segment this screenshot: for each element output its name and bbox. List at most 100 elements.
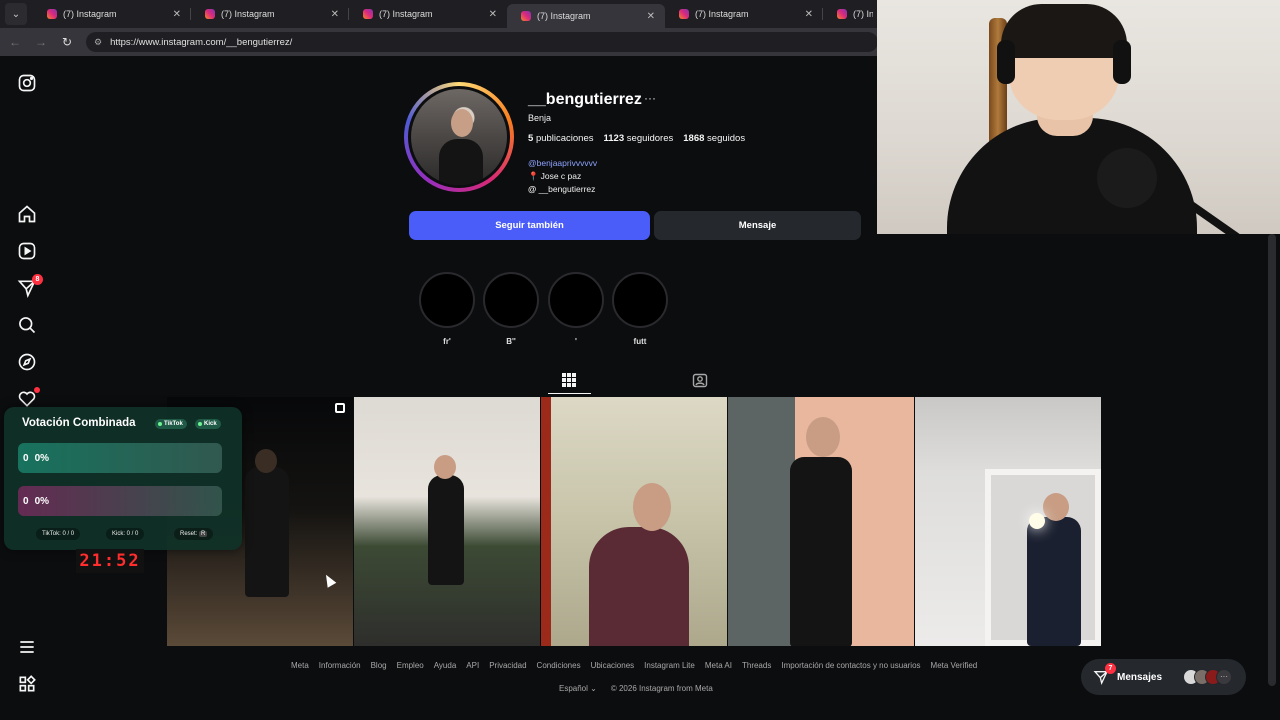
bio-mention-link[interactable]: @benjaaprivvvvvv xyxy=(528,158,597,168)
following-stat[interactable]: 1868 seguidos xyxy=(683,133,745,144)
highlight-label: fr' xyxy=(443,337,451,346)
footer-bottom: Español ⌄ © 2026 Instagram from Meta xyxy=(559,684,713,693)
footer-link[interactable]: API xyxy=(466,661,479,670)
messages-label: Mensajes xyxy=(1117,671,1163,683)
home-icon[interactable] xyxy=(17,204,37,224)
direct-badge: 8 xyxy=(32,274,43,285)
kick-stats: Kick: 0 / 0 xyxy=(106,528,145,540)
search-icon[interactable] xyxy=(17,315,37,335)
footer-link[interactable]: Meta xyxy=(291,661,309,670)
footer-link[interactable]: Threads xyxy=(742,661,771,670)
instagram-favicon-icon xyxy=(47,9,57,19)
footer-link[interactable]: Meta Verified xyxy=(931,661,978,670)
tab-close-icon[interactable]: ✕ xyxy=(647,11,655,22)
active-tab-indicator xyxy=(548,393,591,394)
tab-close-icon[interactable]: ✕ xyxy=(331,9,339,20)
tagged-tab-icon[interactable] xyxy=(692,372,708,388)
followers-stat[interactable]: 1123 seguidores xyxy=(604,133,674,144)
page-scrollbar[interactable] xyxy=(1268,234,1276,686)
more-avatars-icon: ··· xyxy=(1216,669,1232,685)
notification-dot xyxy=(34,387,40,393)
footer-link[interactable]: Información xyxy=(319,661,361,670)
footer-link[interactable]: Meta AI xyxy=(705,661,732,670)
vote-bar-option-2: 0 0% xyxy=(18,486,222,516)
language-select[interactable]: Español ⌄ xyxy=(559,684,597,693)
post-thumbnail[interactable] xyxy=(915,397,1101,646)
follow-back-button[interactable]: Seguir también xyxy=(409,211,650,240)
vote-title: Votación Combinada xyxy=(22,417,136,429)
tab-close-icon[interactable]: ✕ xyxy=(173,9,181,20)
tab-title: (7) Instagram xyxy=(853,9,873,19)
tab-search-dropdown[interactable]: ⌄ xyxy=(5,3,27,25)
address-bar[interactable]: ⚙ https://www.instagram.com/__bengutierr… xyxy=(86,32,878,52)
story-highlight[interactable]: futt xyxy=(612,272,668,347)
browser-tab[interactable]: (7) Instagram ✕ xyxy=(665,2,823,26)
reload-icon[interactable]: ↻ xyxy=(56,35,78,49)
post-thumbnail[interactable] xyxy=(541,397,727,646)
explore-icon[interactable] xyxy=(17,352,37,372)
story-highlight[interactable]: ' xyxy=(548,272,604,347)
sidebar: 8 xyxy=(0,58,54,720)
reels-icon[interactable] xyxy=(17,241,37,261)
forward-arrow-icon[interactable]: → xyxy=(30,35,52,49)
copyright: © 2026 Instagram from Meta xyxy=(610,684,713,693)
tab-title: (7) Instagram xyxy=(63,9,117,19)
highlight-cover xyxy=(548,272,604,328)
threads-link[interactable]: @ __bengutierrez xyxy=(528,184,595,194)
tab-title: (7) Instagram xyxy=(695,9,749,19)
instagram-logo-icon[interactable] xyxy=(17,73,37,93)
more-options-icon[interactable]: ··· xyxy=(644,91,656,105)
post-thumbnail[interactable] xyxy=(354,397,540,646)
highlight-label: ' xyxy=(575,337,577,346)
highlight-label: B'' xyxy=(506,337,516,346)
message-button[interactable]: Mensaje xyxy=(654,211,861,240)
tab-close-icon[interactable]: ✕ xyxy=(489,9,497,20)
tab-title: (7) Instagram xyxy=(221,9,275,19)
browser-tab[interactable]: (7) Instagram xyxy=(823,2,883,26)
browser-toolbar: ← → ↻ ⚙ https://www.instagram.com/__beng… xyxy=(0,28,880,56)
direct-icon[interactable]: 8 xyxy=(17,274,43,298)
instagram-favicon-icon xyxy=(205,9,215,19)
browser-tab[interactable]: (7) Instagram ✕ xyxy=(349,2,507,26)
heart-icon[interactable] xyxy=(17,387,40,409)
posts-grid-tab-icon[interactable] xyxy=(561,372,577,388)
apps-icon[interactable] xyxy=(17,674,37,694)
tab-close-icon[interactable]: ✕ xyxy=(805,9,813,20)
vote-overlay: Votación Combinada TikTok Kick 0 0% 0 0% T… xyxy=(4,407,242,550)
carousel-icon xyxy=(335,403,345,413)
footer-link[interactable]: Condiciones xyxy=(537,661,581,670)
footer-link[interactable]: Ayuda xyxy=(434,661,457,670)
messages-avatars: ··· xyxy=(1183,669,1232,685)
footer-link[interactable]: Importación de contactos y no usuarios xyxy=(781,661,920,670)
direct-icon: 7 xyxy=(1093,663,1116,685)
reset-hint: Reset: R xyxy=(174,528,214,540)
chevron-down-icon: ⌄ xyxy=(590,684,597,693)
messages-pill[interactable]: 7 Mensajes ··· xyxy=(1081,659,1246,695)
vote-bar-option-1: 0 0% xyxy=(18,443,222,473)
instagram-favicon-icon xyxy=(679,9,689,19)
story-highlight[interactable]: fr' xyxy=(419,272,475,347)
tab-title: (7) Instagram xyxy=(537,11,591,21)
post-thumbnail[interactable] xyxy=(728,397,914,646)
browser-tab[interactable]: (7) Instagram ✕ xyxy=(33,2,191,26)
pin-icon: 📍 xyxy=(528,171,539,181)
site-info-icon[interactable]: ⚙ xyxy=(94,37,102,48)
footer-link[interactable]: Empleo xyxy=(397,661,424,670)
footer-link[interactable]: Blog xyxy=(371,661,387,670)
threads-icon: @ xyxy=(528,184,537,194)
highlight-label: futt xyxy=(633,337,647,346)
stream-timer: 21:52 xyxy=(76,549,144,573)
browser-tab-active[interactable]: (7) Instagram ✕ xyxy=(507,4,665,28)
browser-tab[interactable]: (7) Instagram ✕ xyxy=(191,2,349,26)
profile-full-name: Benja xyxy=(528,113,552,123)
bio-location: 📍 Jose c paz xyxy=(528,171,582,181)
profile-stats: 5 publicaciones 1123 seguidores 1868 seg… xyxy=(528,133,745,144)
menu-icon[interactable] xyxy=(17,637,37,657)
story-highlight[interactable]: B'' xyxy=(483,272,539,347)
footer-link[interactable]: Privacidad xyxy=(489,661,526,670)
back-arrow-icon[interactable]: ← xyxy=(4,35,26,49)
footer-link[interactable]: Instagram Lite xyxy=(644,661,695,670)
profile-avatar[interactable] xyxy=(404,82,514,192)
footer-link[interactable]: Ubicaciones xyxy=(591,661,635,670)
profile-username: __bengutierrez xyxy=(528,91,642,108)
